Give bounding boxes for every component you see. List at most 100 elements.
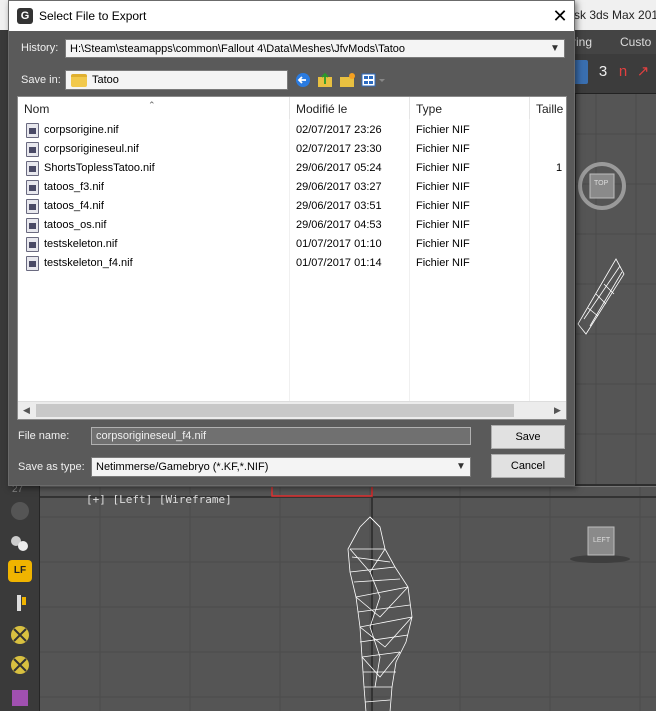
sort-ascending-icon: ⌃ xyxy=(148,100,156,110)
scroll-left-icon[interactable]: ◀ xyxy=(18,402,35,419)
max-side-toolbar: 27 LF xyxy=(0,482,40,711)
viewport-top-grid xyxy=(576,94,656,484)
close-icon[interactable]: ✕ xyxy=(545,1,575,31)
viewport-top[interactable]: TOP xyxy=(576,94,656,484)
column-header-size[interactable]: Taille xyxy=(530,97,566,119)
export-dialog: G Select File to Export ✕ History: H:\St… xyxy=(8,0,575,486)
file-type: Fichier NIF xyxy=(416,200,470,212)
gear-tool-2-icon[interactable] xyxy=(8,654,32,676)
file-type: Fichier NIF xyxy=(416,181,470,193)
viewport-left[interactable]: [+] [Left] [Wireframe] LEFT xyxy=(40,486,656,711)
viewport-label[interactable]: [+] [Left] [Wireframe] xyxy=(86,493,232,506)
file-type: Fichier NIF xyxy=(416,219,470,231)
file-date: 01/07/2017 01:10 xyxy=(296,238,382,250)
view-menu-icon[interactable] xyxy=(359,70,387,90)
nif-file-icon xyxy=(26,237,39,252)
history-label: History: xyxy=(21,42,59,54)
grid-tool-icon[interactable] xyxy=(8,686,32,708)
file-row[interactable]: corpsorigineseul.nif 02/07/2017 23:30 Fich… xyxy=(18,140,566,159)
file-date: 02/07/2017 23:30 xyxy=(296,143,382,155)
max-main-toolbar: 3 n ↗ xyxy=(570,54,656,94)
file-name: testskeleton_f4.nif xyxy=(44,257,133,269)
max-title: sk 3ds Max 201 xyxy=(574,8,656,22)
column-header-date[interactable]: Modifié le xyxy=(290,97,410,119)
savein-label: Save in: xyxy=(21,74,61,86)
nif-file-icon xyxy=(26,123,39,138)
history-combo[interactable]: H:\Steam\steamapps\common\Fallout 4\Data… xyxy=(65,39,565,58)
nif-file-icon xyxy=(26,218,39,233)
file-name: corpsorigineseul.nif xyxy=(44,143,139,155)
scroll-thumb[interactable] xyxy=(36,404,514,417)
column-header-name-label: Nom xyxy=(24,102,50,116)
up-folder-icon[interactable] xyxy=(315,70,335,90)
nif-file-icon xyxy=(26,142,39,157)
spinner-snap-icon[interactable]: ↗ xyxy=(632,60,654,84)
file-row[interactable]: corpsorigine.nif 02/07/2017 23:26 Fichier … xyxy=(18,121,566,140)
link-icon[interactable] xyxy=(8,532,32,554)
file-row[interactable]: testskeleton_f4.nif 01/07/2017 01:14 Fichi… xyxy=(18,254,566,273)
save-button[interactable]: Save xyxy=(491,425,565,449)
folder-icon xyxy=(71,74,87,87)
savein-combo[interactable]: Tatoo xyxy=(65,70,288,90)
nif-file-icon xyxy=(26,161,39,176)
cancel-button[interactable]: Cancel xyxy=(491,454,565,478)
savetype-label: Save as type: xyxy=(18,461,85,473)
scroll-right-icon[interactable]: ▶ xyxy=(549,402,566,419)
file-row[interactable]: tatoos_f4.nif 29/06/2017 03:51 Fichier NIF xyxy=(18,197,566,216)
dialog-titlebar[interactable]: G Select File to Export ✕ xyxy=(9,1,574,31)
sphere-icon[interactable] xyxy=(11,502,29,520)
snap-3-icon[interactable]: 3 xyxy=(592,60,614,84)
file-type: Fichier NIF xyxy=(416,238,470,250)
file-type: Fichier NIF xyxy=(416,162,470,174)
gear-tool-icon[interactable] xyxy=(8,624,32,646)
file-size: 1 xyxy=(556,162,563,174)
file-name: tatoos_f3.nif xyxy=(44,181,104,193)
viewcube-top-label: TOP xyxy=(594,180,609,187)
max-app-icon: G xyxy=(17,8,33,24)
savetype-combo[interactable]: Netimmerse/Gamebryo (*.KF,*.NIF) ▼ xyxy=(91,457,471,477)
max-menubar: ring Custo xyxy=(570,30,656,54)
file-row[interactable]: ShortsToplessTatoo.nif 29/06/2017 05:24 Fi… xyxy=(18,159,566,178)
chevron-down-icon[interactable]: ▼ xyxy=(546,40,564,57)
file-name: ShortsToplessTatoo.nif xyxy=(44,162,155,174)
column-header-name[interactable]: Nom ⌃ xyxy=(18,97,290,119)
file-date: 29/06/2017 04:53 xyxy=(296,219,382,231)
file-date: 29/06/2017 03:51 xyxy=(296,200,382,212)
file-date: 29/06/2017 05:24 xyxy=(296,162,382,174)
back-icon[interactable] xyxy=(293,70,313,90)
pin-icon[interactable] xyxy=(8,592,32,614)
menu-customize[interactable]: Custo xyxy=(620,35,651,49)
menu-rendering[interactable]: ring xyxy=(572,35,592,49)
dialog-body: History: H:\Steam\steamapps\common\Fallo… xyxy=(9,31,574,485)
file-type: Fichier NIF xyxy=(416,124,470,136)
filename-label: File name: xyxy=(18,430,70,442)
nif-file-icon xyxy=(26,256,39,271)
file-date: 01/07/2017 01:14 xyxy=(296,257,382,269)
file-date: 02/07/2017 23:26 xyxy=(296,124,382,136)
savetype-value: Netimmerse/Gamebryo (*.KF,*.NIF) xyxy=(96,461,269,473)
savein-folder: Tatoo xyxy=(92,74,119,86)
dialog-title: Select File to Export xyxy=(39,9,147,23)
lf-badge-button[interactable]: LF xyxy=(8,560,32,582)
file-row[interactable]: tatoos_f3.nif 29/06/2017 03:27 Fichier NIF xyxy=(18,178,566,197)
file-row[interactable]: tatoos_os.nif 29/06/2017 04:53 Fichier NIF xyxy=(18,216,566,235)
file-type: Fichier NIF xyxy=(416,143,470,155)
file-row[interactable]: testskeleton.nif 01/07/2017 01:10 Fichier … xyxy=(18,235,566,254)
column-header-type[interactable]: Type xyxy=(410,97,530,119)
file-date: 29/06/2017 03:27 xyxy=(296,181,382,193)
file-name: testskeleton.nif xyxy=(44,238,118,250)
file-name: tatoos_f4.nif xyxy=(44,200,104,212)
chevron-down-icon[interactable]: ▼ xyxy=(452,458,470,476)
horizontal-scrollbar[interactable]: ◀ ▶ xyxy=(18,401,566,419)
viewcube-left-label: LEFT xyxy=(593,537,611,544)
filename-value: corpsorigineseul_f4.nif xyxy=(96,430,207,442)
file-type: Fichier NIF xyxy=(416,257,470,269)
history-path: H:\Steam\steamapps\common\Fallout 4\Data… xyxy=(70,43,406,55)
file-name: tatoos_os.nif xyxy=(44,219,107,231)
file-list[interactable]: Nom ⌃ Modifié le Type Taille corpsorigin… xyxy=(17,96,567,420)
new-folder-icon[interactable] xyxy=(337,70,357,90)
magnet-icon[interactable]: n xyxy=(612,60,634,84)
viewport-left-grid xyxy=(40,487,656,711)
filename-field[interactable]: corpsorigineseul_f4.nif xyxy=(91,427,471,445)
nif-file-icon xyxy=(26,180,39,195)
